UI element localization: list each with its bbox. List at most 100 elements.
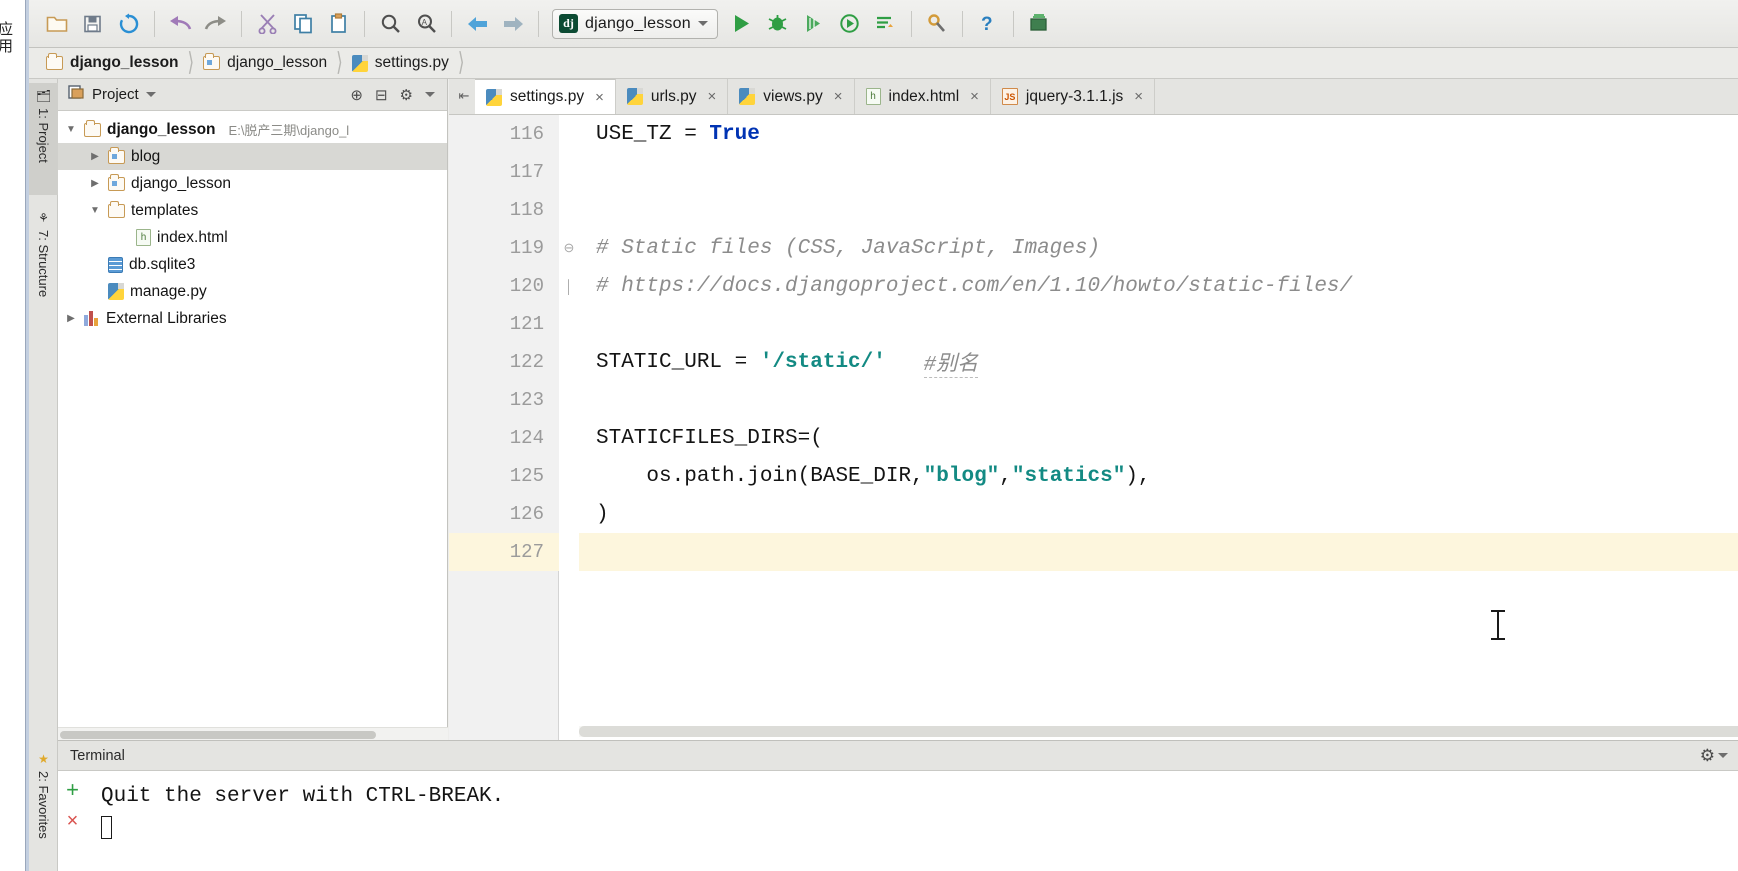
gear-icon[interactable]: ⚙ — [1700, 746, 1715, 766]
close-icon[interactable]: × — [595, 89, 604, 106]
code-line[interactable]: 127 — [449, 533, 1738, 571]
code-fold-icon[interactable] — [559, 305, 579, 343]
run-manage-task-icon[interactable] — [868, 6, 904, 42]
close-icon[interactable]: × — [708, 88, 717, 105]
close-icon[interactable]: × — [970, 88, 979, 105]
chevron-down-icon[interactable] — [425, 92, 435, 97]
tab-index-html[interactable]: h index.html × — [855, 79, 991, 114]
library-icon — [84, 311, 100, 326]
tab-views-py[interactable]: views.py × — [728, 79, 855, 114]
redo-icon[interactable] — [198, 6, 234, 42]
code-fold-icon[interactable] — [559, 495, 579, 533]
twisty-collapsed-icon[interactable]: ▶ — [88, 151, 102, 162]
chevron-down-icon[interactable] — [697, 21, 708, 26]
replace-icon[interactable]: A — [408, 6, 444, 42]
twisty-collapsed-icon[interactable]: ▶ — [88, 178, 102, 189]
terminal-output[interactable]: Quit the server with CTRL-BREAK. — [87, 771, 1738, 871]
code-line[interactable]: 123 — [449, 381, 1738, 419]
sidebar-item-project[interactable]: 🗂 1: Project — [29, 83, 58, 195]
code-line[interactable]: 126) — [449, 495, 1738, 533]
chevron-down-icon[interactable] — [1718, 753, 1728, 758]
project-panel-horizontal-scrollbar[interactable] — [58, 727, 448, 740]
locate-target-icon[interactable]: ⊕ — [350, 86, 363, 104]
twisty-expanded-icon[interactable]: ▼ — [88, 205, 102, 216]
tab-jquery-js[interactable]: JS jquery-3.1.1.js × — [991, 79, 1156, 114]
run-icon[interactable] — [724, 6, 760, 42]
code-fold-icon[interactable] — [559, 419, 579, 457]
chevron-down-icon[interactable] — [145, 92, 156, 97]
code-line[interactable]: 125 os.path.join(BASE_DIR, "blog", "static… — [449, 457, 1738, 495]
code-line[interactable]: 119 ⊖ # Static files (CSS, JavaScript, Ima… — [449, 229, 1738, 267]
run-configuration-selector[interactable]: dj django_lesson — [552, 8, 718, 39]
editor-horizontal-scrollbar[interactable] — [579, 726, 1738, 737]
breadcrumb-item-file[interactable]: settings.py — [347, 50, 454, 76]
cut-icon[interactable] — [249, 6, 285, 42]
code-line[interactable]: 120 │ # https://docs.djangoproject.com/en/… — [449, 267, 1738, 305]
open-folder-icon[interactable] — [39, 6, 75, 42]
debug-icon[interactable] — [760, 6, 796, 42]
project-tool-window: Project ⊕ ⊟ ⚙ ▼ django_lesson E:\脱产三期\dj… — [58, 79, 448, 740]
find-icon[interactable] — [372, 6, 408, 42]
vcs-update-icon[interactable] — [1021, 6, 1057, 42]
terminal-tool-window-header: Terminal ⚙ — [58, 740, 1738, 771]
code-fold-icon[interactable] — [559, 457, 579, 495]
code-line[interactable]: 121 — [449, 305, 1738, 343]
tree-node-templates[interactable]: ▼ templates — [58, 197, 447, 224]
sync-refresh-icon[interactable] — [111, 6, 147, 42]
code-fold-icon[interactable]: │ — [559, 267, 579, 305]
new-session-icon[interactable]: + — [66, 779, 79, 801]
twisty-expanded-icon[interactable]: ▼ — [64, 124, 78, 135]
scrollbar-thumb[interactable] — [579, 726, 1738, 737]
code-fold-icon[interactable] — [559, 115, 579, 153]
navigate-back-icon[interactable] — [459, 6, 495, 42]
copy-icon[interactable] — [285, 6, 321, 42]
svg-text:?: ? — [981, 14, 993, 34]
code-fold-icon[interactable] — [559, 381, 579, 419]
code-fold-icon[interactable]: ⊖ — [559, 229, 579, 267]
close-icon[interactable]: × — [834, 88, 843, 105]
collapse-all-icon[interactable]: ⊟ — [375, 86, 388, 104]
code-fold-icon[interactable] — [559, 343, 579, 381]
code-line[interactable]: 124 STATICFILES_DIRS=( — [449, 419, 1738, 457]
tree-node-blog[interactable]: ▶ blog — [58, 143, 447, 170]
settings-gear-icon[interactable]: ⚙ — [400, 86, 413, 104]
code-editor[interactable]: 116 USE_TZ = True 117 118 119 ⊖ # Static files… — [449, 115, 1738, 740]
scrollbar-thumb[interactable] — [60, 731, 376, 739]
tree-node-external-libraries[interactable]: ▶ External Libraries — [58, 305, 447, 332]
tree-node-manage-py[interactable]: manage.py — [58, 278, 447, 305]
sidebar-item-favorites[interactable]: ★ 2: Favorites — [29, 746, 58, 866]
tab-list-icon[interactable]: ⇤ — [453, 78, 475, 114]
js-file-icon: JS — [1001, 88, 1018, 105]
code-line[interactable]: 118 — [449, 191, 1738, 229]
settings-wrench-icon[interactable] — [919, 6, 955, 42]
twisty-collapsed-icon[interactable]: ▶ — [64, 313, 78, 324]
tab-terminal[interactable]: Terminal — [70, 748, 135, 764]
tab-settings-py[interactable]: settings.py × — [475, 79, 616, 114]
run-with-coverage-icon[interactable] — [796, 6, 832, 42]
tab-urls-py[interactable]: urls.py × — [616, 79, 729, 114]
tree-node-index-html[interactable]: h index.html — [58, 224, 447, 251]
close-icon[interactable]: × — [1134, 88, 1143, 105]
code-fold-icon[interactable] — [559, 533, 579, 571]
close-session-icon[interactable]: × — [67, 811, 79, 831]
save-all-icon[interactable] — [75, 6, 111, 42]
profile-icon[interactable] — [832, 6, 868, 42]
code-fold-icon[interactable] — [559, 191, 579, 229]
tree-node-django-lesson-root[interactable]: ▼ django_lesson E:\脱产三期\django_l — [58, 116, 447, 143]
python-file-icon — [486, 88, 502, 106]
tree-node-django-lesson-package[interactable]: ▶ django_lesson — [58, 170, 447, 197]
undo-icon[interactable] — [162, 6, 198, 42]
sidebar-item-structure[interactable]: ⚘ 7: Structure — [29, 205, 58, 333]
project-view-selector[interactable]: Project — [64, 84, 164, 105]
paste-icon[interactable] — [321, 6, 357, 42]
help-icon[interactable]: ? — [970, 6, 1006, 42]
terminal-settings[interactable]: ⚙ — [1700, 746, 1728, 766]
code-line[interactable]: 116 USE_TZ = True — [449, 115, 1738, 153]
code-fold-icon[interactable] — [559, 153, 579, 191]
breadcrumb-item-package[interactable]: django_lesson — [198, 50, 332, 76]
code-line[interactable]: 117 — [449, 153, 1738, 191]
tree-node-db-sqlite3[interactable]: db.sqlite3 — [58, 251, 447, 278]
navigate-forward-icon[interactable] — [495, 6, 531, 42]
breadcrumb-item-project[interactable]: django_lesson — [41, 50, 184, 76]
code-line[interactable]: 122 STATIC_URL = '/static/' #别名 — [449, 343, 1738, 381]
